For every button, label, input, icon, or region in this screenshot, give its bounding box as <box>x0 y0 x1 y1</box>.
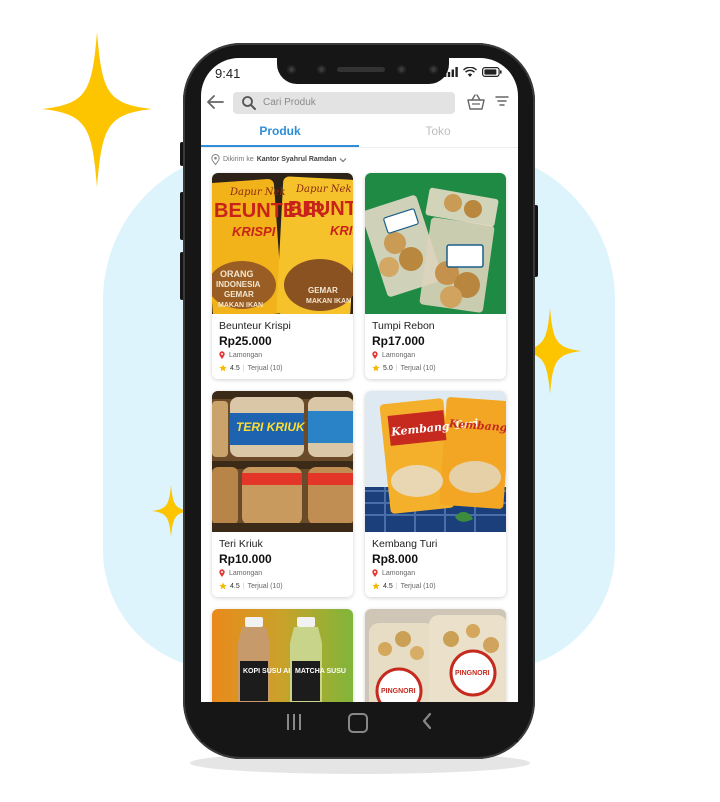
status-time: 9:41 <box>215 66 241 81</box>
svg-text:GEMAR: GEMAR <box>308 286 338 295</box>
svg-text:GEMAR: GEMAR <box>224 290 254 299</box>
basket-icon[interactable] <box>466 93 486 111</box>
tab-divider <box>201 147 518 148</box>
sparkle-icon-large <box>42 32 152 187</box>
product-city: Lamongan <box>229 351 263 359</box>
svg-text:INDONESIA: INDONESIA <box>216 280 261 289</box>
product-name: Teri Kriuk <box>219 538 263 550</box>
svg-text:MATCHA SUSU: MATCHA SUSU <box>295 668 346 675</box>
rating-value: 5.0 <box>383 364 393 372</box>
product-card[interactable]: Dapur Nek Dapur Nek BEUNTEUR BEUNTEUR KR… <box>212 173 353 379</box>
product-location: Lamongan <box>219 351 262 359</box>
location-pin-icon <box>211 154 220 165</box>
product-card[interactable]: TERI KRIUK Teri Kriuk Rp10.000 Lamongan … <box>212 391 353 597</box>
svg-text:TERI KRIUK: TERI KRIUK <box>236 420 306 434</box>
product-price: Rp25.000 <box>219 334 272 348</box>
phone-screen: 9:41 Cari Produk Produk Toko Dikirim ke … <box>201 58 518 702</box>
svg-text:ORANG: ORANG <box>220 269 254 279</box>
svg-text:Dapur Nek: Dapur Nek <box>295 184 352 195</box>
delivery-location: Kantor Syahrul Ramdan <box>256 156 337 163</box>
camera-notch <box>277 58 449 84</box>
svg-text:BEUNTEUR: BEUNTEUR <box>288 198 353 220</box>
product-city: Lamongan <box>382 351 416 359</box>
tab-produk[interactable]: Produk <box>201 124 359 138</box>
product-image-beunteur-krispi: Dapur Nek Dapur Nek BEUNTEUR BEUNTEUR KR… <box>212 173 353 314</box>
product-city: Lamongan <box>382 569 416 577</box>
rating-value: 4.5 <box>230 582 240 590</box>
separator: | <box>242 582 245 590</box>
product-name: Beunteur Krispi <box>219 320 291 332</box>
sold-count: Terjual (10) <box>400 582 436 590</box>
star-icon <box>372 582 380 590</box>
svg-text:MAKAN IKAN: MAKAN IKAN <box>306 298 351 305</box>
product-price: Rp10.000 <box>219 552 272 566</box>
location-pin-icon <box>219 569 225 577</box>
rating-value: 4.5 <box>230 364 240 372</box>
sold-count: Terjual (10) <box>247 582 283 590</box>
product-price: Rp17.000 <box>372 334 425 348</box>
chevron-down-icon <box>340 157 347 162</box>
android-nav-bar <box>201 702 518 742</box>
product-price: Rp8.000 <box>372 552 419 566</box>
product-rating: 5.0 | Terjual (10) <box>372 364 436 372</box>
product-card[interactable]: PINGNORI PINGNORI <box>365 609 506 702</box>
front-camera-icon <box>317 65 326 74</box>
recent-apps-icon[interactable] <box>286 713 302 731</box>
location-pin-icon <box>219 351 225 359</box>
search-placeholder: Cari Produk <box>263 97 316 108</box>
sold-count: Terjual (10) <box>400 364 436 372</box>
product-image-pingnori: PINGNORI PINGNORI <box>365 609 506 702</box>
product-card[interactable]: KOPI SUSU AREN MATCHA SUSU <box>212 609 353 702</box>
search-input[interactable]: Cari Produk <box>233 92 455 114</box>
sensor-icon <box>287 65 296 74</box>
earpiece-speaker <box>337 67 385 72</box>
star-icon <box>219 582 227 590</box>
location-pin-icon <box>372 569 378 577</box>
product-rating: 4.5 | Terjual (10) <box>219 582 283 590</box>
sold-count: Terjual (10) <box>247 364 283 372</box>
product-image-teri-kriuk: TERI KRIUK <box>212 391 353 532</box>
battery-icon <box>482 67 502 77</box>
product-card[interactable]: Tumpi Rebon Rp17.000 Lamongan 5.0 | Terj… <box>365 173 506 379</box>
svg-text:PINGNORI: PINGNORI <box>381 688 416 695</box>
product-image-tumpi-rebon <box>365 173 506 314</box>
filter-icon[interactable] <box>495 95 509 107</box>
product-city: Lamongan <box>229 569 263 577</box>
wifi-icon <box>463 67 477 77</box>
svg-text:MAKAN IKAN: MAKAN IKAN <box>218 302 263 309</box>
flash-icon <box>429 65 438 74</box>
product-image-bottled-drinks: KOPI SUSU AREN MATCHA SUSU <box>212 609 353 702</box>
star-icon <box>219 364 227 372</box>
product-card[interactable]: Kembang Turi Kembang Turi Kembang Turi R… <box>365 391 506 597</box>
separator: | <box>395 582 398 590</box>
svg-text:KRISPI: KRISPI <box>232 224 276 239</box>
svg-text:Dapur Nek: Dapur Nek <box>229 187 286 198</box>
svg-text:KRISPI: KRISPI <box>330 223 353 238</box>
product-name: Tumpi Rebon <box>372 320 435 332</box>
search-icon <box>242 96 256 110</box>
delivery-prefix: Dikirim ke <box>223 156 254 163</box>
rating-value: 4.5 <box>383 582 393 590</box>
product-rating: 4.5 | Terjual (10) <box>372 582 436 590</box>
tab-toko[interactable]: Toko <box>359 124 517 138</box>
delivery-address[interactable]: Dikirim ke Kantor Syahrul Ramdan <box>211 154 347 165</box>
product-rating: 4.5 | Terjual (10) <box>219 364 283 372</box>
top-bar: Cari Produk <box>201 92 518 116</box>
product-location: Lamongan <box>372 351 415 359</box>
sensor-icon <box>397 65 406 74</box>
product-location: Lamongan <box>372 569 415 577</box>
back-arrow-icon[interactable] <box>205 92 225 112</box>
product-name: Kembang Turi <box>372 538 438 550</box>
product-image-kembang-turi: Kembang Turi Kembang Turi <box>365 391 506 532</box>
svg-text:PINGNORI: PINGNORI <box>455 670 490 677</box>
product-location: Lamongan <box>219 569 262 577</box>
separator: | <box>242 364 245 372</box>
star-icon <box>372 364 380 372</box>
location-pin-icon <box>372 351 378 359</box>
status-icons <box>444 67 502 77</box>
home-button-icon[interactable] <box>348 713 368 733</box>
separator: | <box>395 364 398 372</box>
back-chevron-icon[interactable] <box>421 711 433 731</box>
